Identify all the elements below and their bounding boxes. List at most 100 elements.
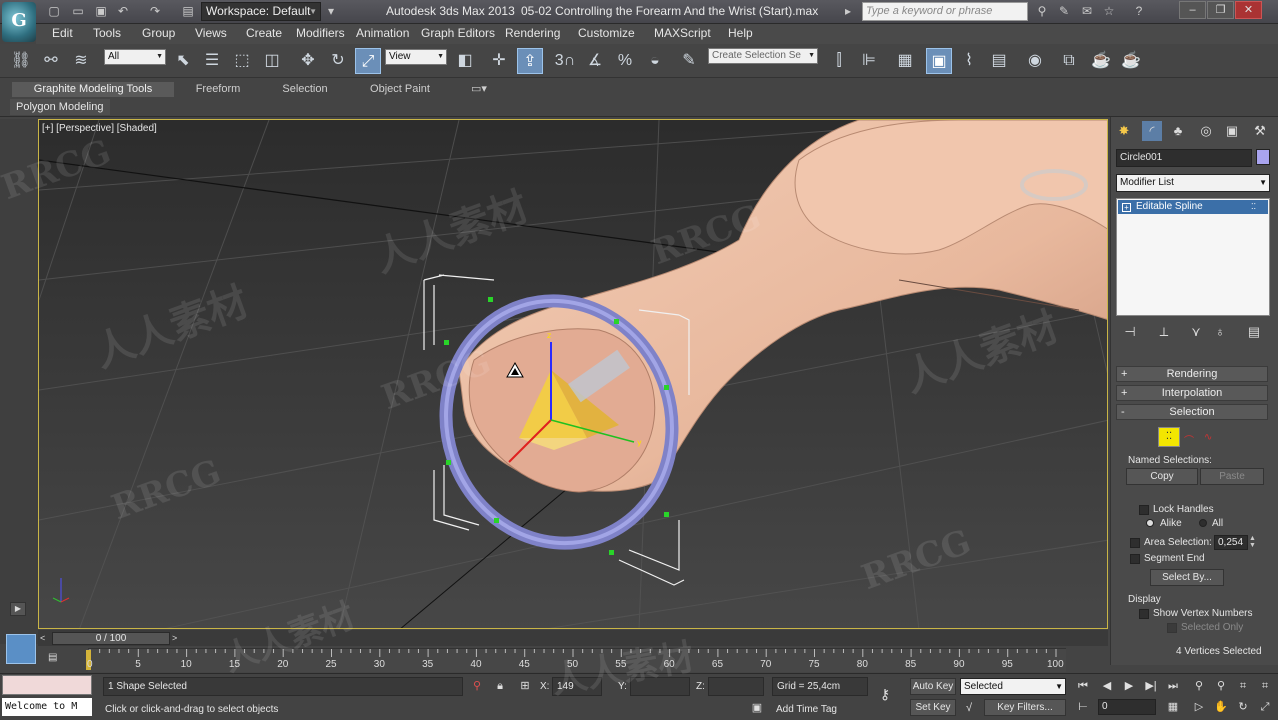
next-frame-icon[interactable]: ▶|: [1142, 678, 1160, 694]
selection-filter-dropdown[interactable]: All ▼: [104, 49, 166, 65]
field-of-view-icon[interactable]: ▷: [1190, 699, 1208, 715]
tab-graphite-modeling-tools[interactable]: Graphite Modeling Tools: [12, 82, 174, 97]
perspective-viewport[interactable]: z y: [38, 119, 1108, 629]
close-button[interactable]: ✕: [1235, 1, 1262, 19]
track-bar-menu-icon[interactable]: ▤: [48, 652, 68, 666]
maxscript-mini-listener[interactable]: Welcome to M: [2, 698, 92, 716]
vertex-subobject-button[interactable]: ⁚⁚: [1158, 427, 1180, 447]
menu-graph-editors[interactable]: Graph Editors: [421, 26, 495, 40]
expand-stack-icon[interactable]: +: [1122, 203, 1131, 212]
modify-tab-icon[interactable]: ◜: [1142, 121, 1162, 141]
workspace-dropdown[interactable]: Workspace: Default ▼: [201, 2, 321, 21]
display-tab-icon[interactable]: ▣: [1222, 121, 1242, 141]
bind-space-warp-icon[interactable]: ≋: [68, 48, 94, 74]
selection-lock-icon[interactable]: 🔒︎: [491, 678, 509, 694]
current-frame-field[interactable]: 0: [1098, 699, 1156, 715]
area-spinner-arrows[interactable]: ▲ ▼: [1249, 535, 1257, 550]
add-time-tag-button[interactable]: Add Time Tag: [776, 704, 837, 715]
reference-coordinate-dropdown[interactable]: View ▼: [385, 49, 447, 65]
angle-snap-icon[interactable]: ∡: [582, 48, 608, 74]
zoom-extents-all-icon[interactable]: ⌗: [1256, 678, 1274, 694]
binoculars-icon[interactable]: ⚲: [1034, 3, 1050, 19]
area-selection-spinner[interactable]: 0,254: [1214, 535, 1248, 550]
time-tag-icon[interactable]: ▣: [748, 700, 766, 716]
show-end-result-icon[interactable]: ⟂: [1154, 322, 1174, 342]
previous-frame-icon[interactable]: ◀: [1098, 678, 1116, 694]
tab-selection[interactable]: Selection: [266, 82, 344, 97]
maxscript-mini-listener-icon[interactable]: [6, 634, 36, 664]
pivot-center-icon[interactable]: ◧: [452, 48, 478, 74]
tab-object-paint[interactable]: Object Paint: [354, 82, 446, 97]
menu-tools[interactable]: Tools: [93, 26, 121, 40]
segment-subobject-button[interactable]: ⌒: [1184, 432, 1200, 447]
save-file-icon[interactable]: ▣: [93, 3, 109, 19]
material-editor-icon[interactable]: ◉: [1022, 48, 1048, 74]
render-production-icon[interactable]: ☕: [1118, 48, 1144, 74]
percent-snap-icon[interactable]: %: [612, 48, 638, 74]
ribbon-options-icon[interactable]: ▭▾: [466, 82, 492, 97]
object-color-swatch[interactable]: [1256, 149, 1270, 165]
communication-center-icon[interactable]: ✉: [1079, 3, 1095, 19]
schematic-view-icon[interactable]: ▤: [986, 48, 1012, 74]
menu-customize[interactable]: Customize: [578, 26, 635, 40]
viewport-label-menu[interactable]: [+] [Perspective] [Shaded]: [42, 123, 157, 134]
key-mode-toggle-icon[interactable]: ⊢: [1074, 699, 1092, 715]
time-configuration-icon[interactable]: ▦: [1164, 699, 1182, 715]
polygon-modeling-panel[interactable]: Polygon Modeling: [10, 99, 110, 115]
copy-button[interactable]: Copy: [1126, 468, 1198, 485]
area-selection-checkbox[interactable]: [1130, 538, 1140, 548]
window-crossing-icon[interactable]: ◫: [259, 48, 285, 74]
app-logo-button[interactable]: G: [2, 2, 36, 42]
render-frame-icon[interactable]: ☕: [1088, 48, 1114, 74]
layer-manager-icon[interactable]: ▦: [892, 48, 918, 74]
zoom-icon[interactable]: ⚲: [1190, 678, 1208, 694]
menu-edit[interactable]: Edit: [52, 26, 73, 40]
absolute-mode-icon[interactable]: ⊞: [516, 678, 534, 694]
isolate-selection-icon[interactable]: ⚲: [468, 678, 486, 694]
default-in-out-tangent-icon[interactable]: √: [960, 700, 978, 716]
select-by-name-icon[interactable]: ☰: [199, 48, 225, 74]
hierarchy-tab-icon[interactable]: ♣: [1168, 121, 1188, 141]
mirror-icon[interactable]: ⫿: [826, 48, 852, 74]
tab-freeform[interactable]: Freeform: [180, 82, 256, 97]
utilities-tab-icon[interactable]: ⚒: [1250, 121, 1270, 141]
menu-animation[interactable]: Animation: [356, 26, 409, 40]
rollout-interpolation[interactable]: + Interpolation: [1116, 385, 1268, 401]
spline-subobject-button[interactable]: ∿: [1204, 432, 1224, 443]
help-icon[interactable]: ?: [1131, 3, 1147, 19]
key-mode-dropdown[interactable]: Selected ▼: [960, 678, 1066, 695]
rollout-rendering[interactable]: + Rendering: [1116, 366, 1268, 382]
set-key-button[interactable]: Set Key: [910, 699, 956, 716]
render-setup-icon[interactable]: ⧉: [1056, 48, 1082, 74]
menu-help[interactable]: Help: [728, 26, 753, 40]
show-vertex-numbers-checkbox[interactable]: [1139, 609, 1149, 619]
all-radio[interactable]: [1199, 519, 1207, 527]
align-icon[interactable]: ⊫: [856, 48, 882, 74]
select-by-button[interactable]: Select By...: [1150, 569, 1224, 586]
zoom-extents-icon[interactable]: ⌗: [1234, 678, 1252, 694]
lock-handles-checkbox[interactable]: [1139, 505, 1149, 515]
goto-end-icon[interactable]: ⏭: [1164, 678, 1182, 694]
edit-named-selection-icon[interactable]: ✎: [676, 48, 702, 74]
restore-button[interactable]: ❐: [1207, 1, 1234, 19]
configure-modifier-sets-icon[interactable]: ▤: [1244, 322, 1264, 342]
create-tab-icon[interactable]: ✸: [1114, 121, 1134, 141]
expand-search-icon[interactable]: ▸: [840, 3, 856, 19]
new-file-icon[interactable]: ▢: [46, 3, 62, 19]
stack-item-editable-spline[interactable]: Editable Spline: [1118, 200, 1268, 214]
expand-viewport-button[interactable]: ▶: [10, 602, 26, 616]
pan-view-icon[interactable]: ✋: [1212, 699, 1230, 715]
redo-icon[interactable]: ↷: [147, 3, 163, 19]
rectangular-selection-icon[interactable]: ⬚: [229, 48, 255, 74]
favorites-star-icon[interactable]: ☆: [1101, 3, 1117, 19]
time-slider-track[interactable]: [38, 630, 1108, 646]
manipulate-icon[interactable]: ✛: [486, 48, 512, 74]
undo-icon[interactable]: ↶: [115, 3, 131, 19]
menu-views[interactable]: Views: [195, 26, 227, 40]
select-and-scale-icon[interactable]: ⤢: [355, 48, 381, 74]
goto-start-icon[interactable]: ⏮: [1074, 678, 1092, 694]
unlink-icon[interactable]: ⚯: [38, 48, 64, 74]
project-folder-icon[interactable]: ▤: [180, 3, 196, 19]
spinner-snap-icon[interactable]: ◒: [642, 48, 668, 74]
keyboard-shortcut-override-icon[interactable]: ⇪: [517, 48, 543, 74]
